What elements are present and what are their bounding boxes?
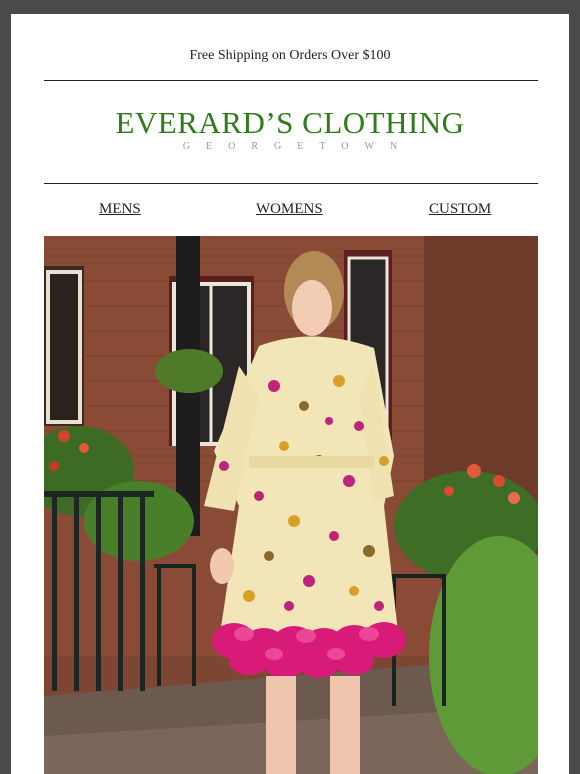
divider-top bbox=[44, 80, 538, 81]
nav-item-custom[interactable]: CUSTOM bbox=[429, 201, 491, 218]
nav-item-mens[interactable]: MENS bbox=[99, 201, 141, 218]
brand-logo-text[interactable]: EVERARD’S CLOTHING bbox=[11, 106, 569, 140]
hero-image[interactable] bbox=[44, 236, 538, 774]
brand-location: GEORGETOWN bbox=[182, 141, 414, 152]
nav-item-womens[interactable]: WOMENS bbox=[256, 201, 323, 218]
shipping-notice: Free Shipping on Orders Over $100 bbox=[189, 48, 391, 63]
hero-photo bbox=[44, 236, 538, 774]
divider-nav bbox=[44, 183, 538, 184]
main-nav: MENS WOMENS CUSTOM bbox=[44, 201, 538, 223]
email-frame: Free Shipping on Orders Over $100 EVERAR… bbox=[11, 14, 569, 774]
